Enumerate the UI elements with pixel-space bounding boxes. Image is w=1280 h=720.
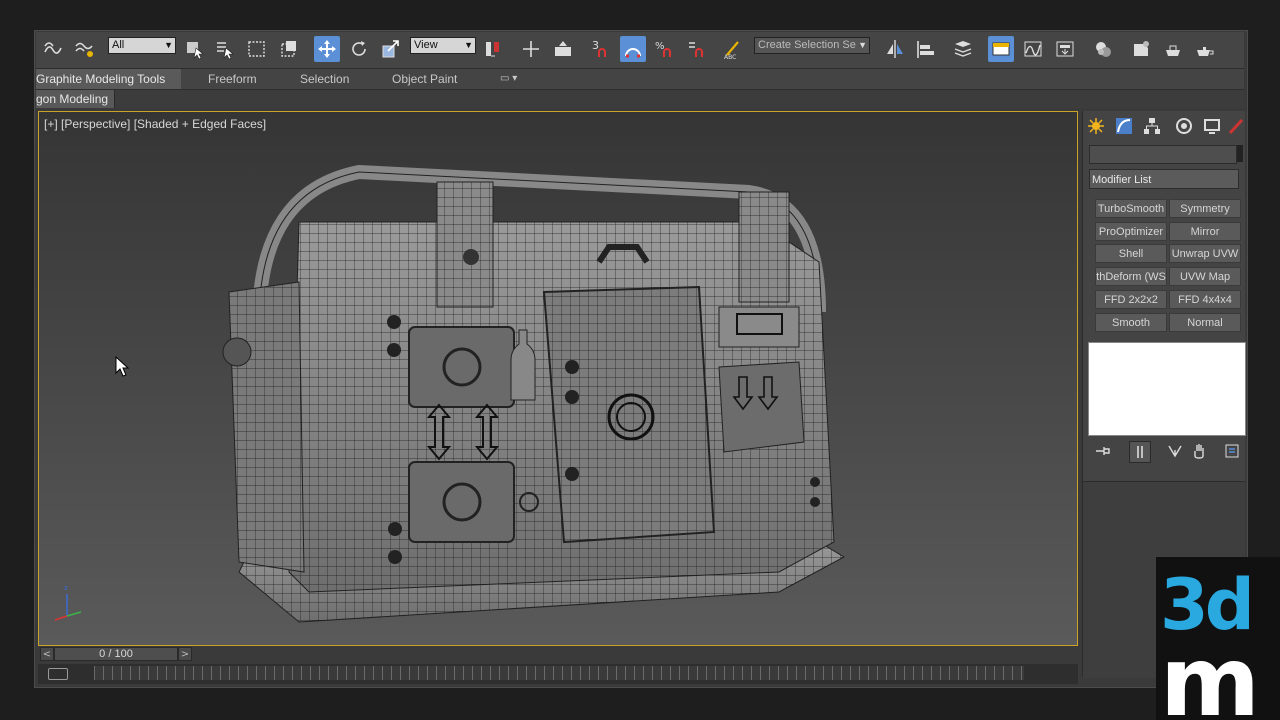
make-unique-icon[interactable] (1165, 441, 1185, 461)
modifier-list-dropdown[interactable]: Modifier List (1089, 169, 1239, 189)
schematic-view-icon[interactable] (1052, 36, 1078, 62)
modifier-button-symmetry[interactable]: Symmetry (1169, 199, 1241, 218)
align-icon[interactable] (912, 36, 938, 62)
mouse-cursor-icon (115, 356, 130, 377)
modifier-button-turbosmooth[interactable]: TurboSmooth (1095, 199, 1167, 218)
rotate-icon[interactable] (346, 36, 372, 62)
modifier-button-uvw-map[interactable]: UVW Map (1169, 267, 1241, 286)
utilities-tab-icon[interactable] (1225, 115, 1247, 137)
window-crossing-icon[interactable] (276, 36, 302, 62)
track-bar[interactable] (38, 664, 1078, 684)
viewport-label[interactable]: [+] [Perspective] [Shaded + Edged Faces] (44, 117, 266, 131)
chevron-down-icon: ▼ (858, 40, 867, 50)
modifier-stack-list[interactable] (1088, 342, 1246, 436)
create-tab-icon[interactable] (1085, 115, 1107, 137)
hierarchy-tab-icon[interactable] (1141, 115, 1163, 137)
reference-coord-dropdown[interactable]: View ▼ (410, 37, 476, 54)
object-color-swatch[interactable] (1237, 145, 1243, 162)
modifier-button-mirror[interactable]: Mirror (1169, 222, 1241, 241)
select-manipulate-icon[interactable] (518, 36, 544, 62)
modifier-button-smooth[interactable]: Smooth (1095, 313, 1167, 332)
spinner-snap-icon[interactable] (684, 36, 710, 62)
pin-stack-icon[interactable] (1093, 441, 1113, 461)
angle-snap-icon[interactable] (620, 36, 646, 62)
time-slider-handle[interactable]: 0 / 100 (54, 647, 178, 661)
time-slider-bar: < 0 / 100 > (38, 646, 1078, 662)
named-selection-set-placeholder: Create Selection Se (758, 39, 856, 51)
percent-snap-icon[interactable]: % (652, 36, 678, 62)
modify-tab-icon[interactable] (1113, 115, 1135, 137)
main-toolbar: All ▼ View ▼ 3 % ABC Create Selection Se… (36, 32, 1244, 69)
chevron-down-icon: ▼ (464, 40, 473, 50)
render-setup-icon[interactable] (1128, 36, 1154, 62)
display-tab-icon[interactable] (1201, 115, 1223, 137)
modifier-button-normal[interactable]: Normal (1169, 313, 1241, 332)
edit-named-selection-icon[interactable]: ABC (720, 36, 746, 62)
tab-freeform[interactable]: Freeform (208, 69, 257, 89)
reference-coord-value: View (414, 39, 438, 51)
previous-frame-button[interactable]: < (40, 647, 54, 661)
selection-filter-value: All (112, 39, 125, 51)
modifier-button-unwrap-uvw[interactable]: Unwrap UVW (1169, 244, 1241, 263)
modifier-button-prooptimizer[interactable]: ProOptimizer (1095, 222, 1167, 241)
tab-selection[interactable]: Selection (300, 69, 349, 89)
keyboard-shortcut-override-icon[interactable] (550, 36, 576, 62)
rect-selection-icon[interactable] (244, 36, 270, 62)
perspective-viewport[interactable]: [+] [Perspective] [Shaded + Edged Faces] (38, 111, 1078, 646)
show-end-result-icon[interactable] (1129, 441, 1151, 463)
rendered-frame-window-icon[interactable] (1160, 36, 1186, 62)
polygon-modeling-panel-title[interactable]: gon Modeling (36, 90, 116, 108)
modifier-button-pathdeform[interactable]: thDeform (WS (1095, 267, 1167, 286)
3d-model-wireframe[interactable] (219, 152, 859, 632)
remove-modifier-icon[interactable] (1189, 441, 1209, 461)
track-bar-ticks (94, 666, 1024, 680)
move-icon[interactable] (314, 36, 340, 62)
modifier-button-ffd-2x2x2[interactable]: FFD 2x2x2 (1095, 290, 1167, 309)
svg-text:m: m (1160, 626, 1260, 720)
axis-gizmo-icon: z (54, 584, 82, 621)
tab-graphite-modeling-tools[interactable]: Graphite Modeling Tools (36, 69, 182, 89)
ribbon-tabs: Graphite Modeling Tools Freeform Selecti… (36, 69, 1244, 90)
ribbon-panel-bar: gon Modeling (36, 90, 1244, 108)
snap-mode-label: 3 (592, 39, 599, 52)
3dm-logo: 3d m (1156, 557, 1280, 720)
select-object-icon[interactable] (182, 36, 208, 62)
motion-tab-icon[interactable] (1173, 115, 1195, 137)
svg-text:%: % (655, 41, 665, 52)
object-name-field[interactable] (1089, 145, 1237, 164)
snaps-toggle-icon[interactable]: 3 (588, 36, 614, 62)
mirror-icon[interactable] (882, 36, 908, 62)
ribbon-options-icon[interactable]: ▭ ▾ (500, 69, 517, 89)
pivot-center-icon[interactable] (480, 36, 506, 62)
configure-modifier-sets-icon[interactable] (1223, 441, 1243, 461)
app-window: All ▼ View ▼ 3 % ABC Create Selection Se… (0, 0, 1280, 720)
selection-filter-dropdown[interactable]: All ▼ (108, 37, 176, 54)
svg-text:ABC: ABC (724, 54, 736, 60)
modifier-button-shell[interactable]: Shell (1095, 244, 1167, 263)
link-icon[interactable] (40, 36, 66, 62)
curve-editor-icon[interactable] (1020, 36, 1046, 62)
select-by-name-icon[interactable] (212, 36, 238, 62)
unlink-icon[interactable] (72, 36, 98, 62)
material-editor-icon[interactable] (1090, 36, 1116, 62)
scale-icon[interactable] (378, 36, 404, 62)
tab-object-paint[interactable]: Object Paint (392, 69, 457, 89)
named-selection-set-dropdown[interactable]: Create Selection Se ▼ (754, 37, 870, 54)
modifier-button-ffd-4x4x4[interactable]: FFD 4x4x4 (1169, 290, 1241, 309)
key-filter-icon[interactable] (48, 668, 68, 680)
svg-text:z: z (64, 584, 68, 592)
chevron-down-icon: ▼ (164, 40, 173, 50)
scene-explorer-icon[interactable] (950, 36, 976, 62)
render-production-icon[interactable] (1192, 36, 1218, 62)
toggle-ribbon-icon[interactable] (988, 36, 1014, 62)
next-frame-button[interactable]: > (178, 647, 192, 661)
